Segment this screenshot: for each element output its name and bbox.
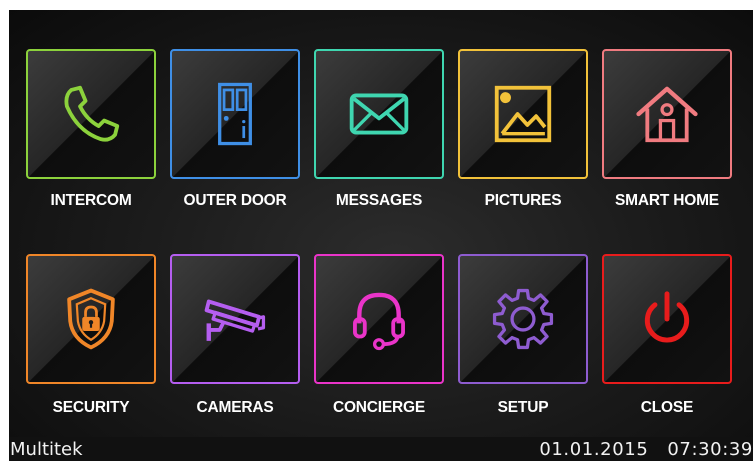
headset-icon (353, 292, 405, 351)
house-icon (636, 86, 698, 143)
envelope-icon (349, 93, 409, 135)
setup-button[interactable] (458, 254, 588, 384)
messages-label: MESSAGES (335, 192, 423, 209)
power-icon (644, 291, 690, 343)
time-text: 07:30:39 (667, 439, 753, 460)
cameras-button[interactable] (170, 254, 300, 384)
security-camera-icon (204, 299, 266, 341)
close-button[interactable] (602, 254, 732, 384)
gear-icon (492, 288, 554, 350)
intercom-label: INTERCOM (50, 192, 132, 209)
concierge-button[interactable] (314, 254, 444, 384)
phone-icon (64, 85, 120, 142)
date-time: 01.01.2015 07:30:39 (539, 439, 753, 460)
setup-label: SETUP (497, 399, 549, 416)
smart-home-button[interactable] (602, 49, 732, 179)
intercom-button[interactable] (26, 49, 156, 179)
security-button[interactable] (26, 254, 156, 384)
messages-button[interactable] (314, 49, 444, 179)
date-text: 01.01.2015 (539, 439, 649, 460)
door-icon (218, 82, 252, 146)
cameras-label: CAMERAS (196, 399, 274, 416)
pictures-label: PICTURES (484, 192, 562, 209)
shield-lock-icon (67, 288, 115, 350)
status-bar: Multitek 01.01.2015 07:30:39 (9, 437, 753, 461)
pictures-button[interactable] (458, 49, 588, 179)
security-label: SECURITY (52, 399, 130, 416)
home-screen: INTERCOM OUTER DOOR MESSAGES PICTURES SM… (9, 10, 753, 461)
picture-icon (494, 85, 552, 143)
smart-home-label: SMART HOME (615, 192, 719, 209)
close-label: CLOSE (640, 399, 694, 416)
outer-door-label: OUTER DOOR (183, 192, 287, 209)
outer-door-button[interactable] (170, 49, 300, 179)
brand-name: Multitek (10, 439, 83, 460)
concierge-label: CONCIERGE (332, 399, 426, 416)
